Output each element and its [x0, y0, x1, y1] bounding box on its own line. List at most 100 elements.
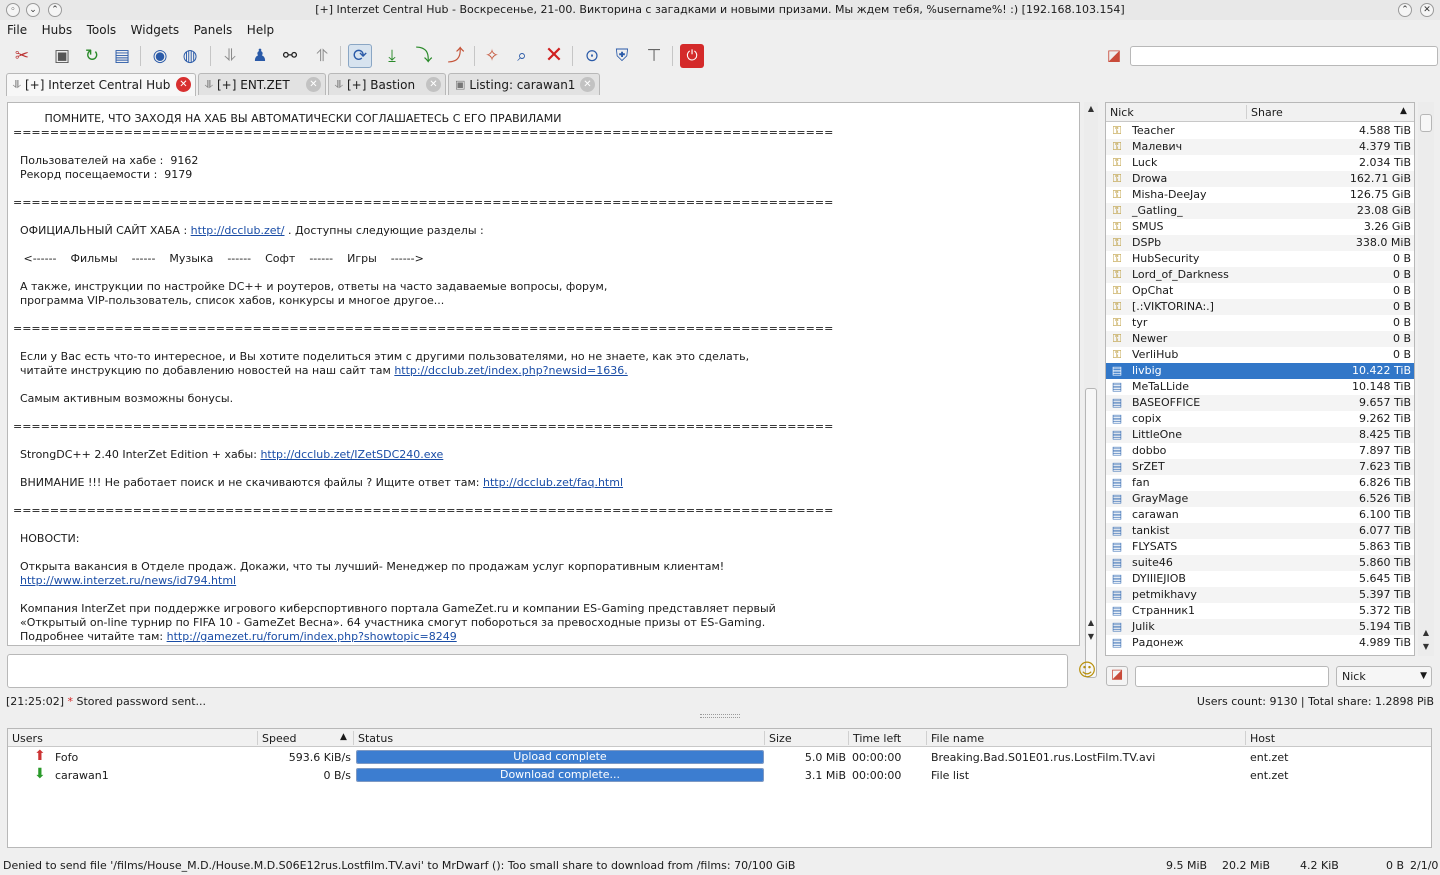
close-window-icon[interactable]: ✕ — [1420, 3, 1434, 17]
queue-icon[interactable]: ⤴ — [444, 44, 468, 68]
chat-link[interactable]: http://dcclub.zet/index.php?newsid=1636. — [394, 364, 627, 377]
public-hubs-icon[interactable]: ▣ — [50, 44, 74, 68]
connect-icon[interactable]: ◉ — [148, 44, 172, 68]
scroll-up-icon[interactable]: ▲ — [1085, 618, 1097, 627]
hub-icon[interactable]: ⟳ — [348, 44, 372, 68]
menu-help[interactable]: Help — [243, 21, 278, 39]
menu-file[interactable]: File — [3, 21, 31, 39]
scroll-down-icon[interactable]: ▼ — [1085, 632, 1097, 641]
user-list-scrollbar[interactable]: ▲ ▼ — [1418, 102, 1434, 656]
column-size[interactable]: Size — [769, 732, 792, 745]
user-list[interactable]: Nick Share ▲ ⚿ Teacher 4.588 TiB ⚿ Малевич 4.… — [1105, 102, 1415, 656]
chat-view[interactable]: ПОМНИТЕ, ЧТО ЗАХОДЯ НА ХАБ ВЫ АВТОМАТИЧЕ… — [7, 102, 1080, 646]
scroll-up-icon[interactable]: ▲ — [1420, 628, 1432, 637]
favorite-hubs-icon[interactable]: ▤ — [110, 44, 134, 68]
user-row[interactable]: ⚿ Newer 0 B — [1106, 331, 1414, 347]
column-time-left[interactable]: Time left — [853, 732, 901, 745]
tab-listing-carawan1[interactable]: ▣ Listing: carawan1 ✕ — [448, 73, 600, 95]
column-users[interactable]: Users — [12, 732, 43, 745]
user-row[interactable]: ⚿ OpChat 0 B — [1106, 283, 1414, 299]
chat-link[interactable]: http://dcclub.zet/ — [191, 224, 285, 237]
keep-above-icon[interactable]: ⌃ — [48, 3, 62, 17]
user-row[interactable]: ⚿ VerliHub 0 B — [1106, 347, 1414, 363]
menu-tools[interactable]: Tools — [83, 21, 121, 39]
splitter-handle[interactable] — [700, 714, 740, 718]
user-row[interactable]: ▤ LittleOne 8.425 TiB — [1106, 427, 1414, 443]
user-row[interactable]: ▤ Радонеж 4.989 TiB — [1106, 635, 1414, 651]
window-menu-icon[interactable]: ◦ — [6, 3, 20, 17]
user-row[interactable]: ⚿ [.:VIKTORINA:.] 0 B — [1106, 299, 1414, 315]
tab-close-icon[interactable]: ✕ — [426, 77, 441, 92]
column-nick[interactable]: Nick — [1110, 106, 1134, 119]
user-row[interactable]: ▤ carawan 6.100 TiB — [1106, 507, 1414, 523]
user-row[interactable]: ⚿ Drowa 162.71 GiB — [1106, 171, 1414, 187]
search-input[interactable] — [1130, 46, 1438, 66]
search-spy-icon[interactable]: ⌕ — [510, 44, 534, 68]
quit-icon[interactable]: ⏻ — [680, 44, 704, 68]
shade-icon[interactable]: ⌄ — [26, 3, 40, 17]
clear-icon[interactable]: ✧ — [480, 44, 504, 68]
user-row[interactable]: ⚿ _Gatling_ 23.08 GiB — [1106, 203, 1414, 219]
user-row[interactable]: ▤ suite46 5.860 TiB — [1106, 555, 1414, 571]
reconnect-icon[interactable]: ↻ — [80, 44, 104, 68]
scroll-thumb[interactable] — [1420, 114, 1432, 132]
column-share[interactable]: Share — [1251, 106, 1283, 119]
chat-scrollbar[interactable]: ▲ ▲ ▼ — [1084, 102, 1098, 678]
user-row[interactable]: ⚿ Luck 2.034 TiB — [1106, 155, 1414, 171]
user-row[interactable]: ▤ livbig 10.422 TiB — [1106, 363, 1414, 379]
settings-icon[interactable]: ✂ — [10, 44, 34, 68]
finished-downloads-icon[interactable]: ♟ — [248, 44, 272, 68]
column-speed[interactable]: Speed — [262, 732, 296, 745]
user-row[interactable]: ▤ tankist 6.077 TiB — [1106, 523, 1414, 539]
menu-widgets[interactable]: Widgets — [127, 21, 184, 39]
menu-hubs[interactable]: Hubs — [38, 21, 77, 39]
tab-close-icon[interactable]: ✕ — [580, 77, 595, 92]
user-row[interactable]: ▤ BASEOFFICE 9.657 TiB — [1106, 395, 1414, 411]
transfers-table[interactable]: Users Speed ▲ Status Size Time left File… — [7, 728, 1432, 848]
download-queue-icon[interactable]: ⥥ — [218, 44, 242, 68]
chat-link[interactable]: http://dcclub.zet/faq.html — [483, 476, 623, 489]
chat-link[interactable]: http://www.interzet.ru/news/id794.html — [20, 574, 236, 587]
chat-link[interactable]: http://gamezet.ru/forum/index.php?showto… — [167, 630, 457, 643]
user-row[interactable]: ⚿ SMUS 3.26 GiB — [1106, 219, 1414, 235]
close-icon[interactable]: ✕ — [542, 44, 566, 68]
user-row[interactable]: ▤ SrZET 7.623 TiB — [1106, 459, 1414, 475]
user-row[interactable]: ⚿ DSPb 338.0 MiB — [1106, 235, 1414, 251]
tab-close-icon[interactable]: ✕ — [176, 77, 191, 92]
filter-icon[interactable]: ⊤ — [642, 44, 666, 68]
clear-filter-icon[interactable]: ◪ — [1106, 666, 1128, 686]
menu-panels[interactable]: Panels — [190, 21, 237, 39]
column-file-name[interactable]: File name — [931, 732, 984, 745]
scroll-up-icon[interactable]: ▲ — [1085, 104, 1097, 113]
transfer-row[interactable]: ⬇ carawan1 0 B/s Download complete... 3.1 Mi… — [8, 766, 1431, 784]
user-row[interactable]: ⚿ Малевич 4.379 TiB — [1106, 139, 1414, 155]
transfer-row[interactable]: ⬆ Fofo 593.6 KiB/s Upload complete 5.0 MiB 00… — [8, 748, 1431, 766]
tab-ent-zet[interactable]: ⥥ [+] ENT.ZET ✕ — [198, 73, 326, 95]
user-row[interactable]: ▤ Julik 5.194 TiB — [1106, 619, 1414, 635]
upload-icon[interactable]: ⤵ — [412, 44, 436, 68]
tab-interzet-central-hub[interactable]: ⥥ [+] Interzet Central Hub ✕ — [6, 73, 196, 96]
minimize-icon[interactable]: ⌃ — [1398, 3, 1412, 17]
favorite-users-icon[interactable]: ◍ — [178, 44, 202, 68]
user-row[interactable]: ▤ GrayMage 6.526 TiB — [1106, 491, 1414, 507]
chat-link[interactable]: http://dcclub.zet/IZetSDC240.exe — [260, 448, 443, 461]
tab-bastion[interactable]: ⥥ [+] Bastion ✕ — [328, 73, 446, 95]
download-icon[interactable]: ⤓ — [380, 44, 404, 68]
message-input[interactable] — [7, 654, 1068, 688]
user-row[interactable]: ⚿ Teacher 4.588 TiB — [1106, 123, 1414, 139]
user-row[interactable]: ▤ FLYSATS 5.863 TiB — [1106, 539, 1414, 555]
user-filter-input[interactable] — [1135, 666, 1329, 687]
user-row[interactable]: ⚿ Misha-DeeJay 126.75 GiB — [1106, 187, 1414, 203]
filter-column-select[interactable]: Nick ▼ — [1336, 666, 1432, 687]
user-row[interactable]: ⚿ Lord_of_Darkness 0 B — [1106, 267, 1414, 283]
security-icon[interactable]: ⛨ — [610, 44, 634, 68]
tab-close-icon[interactable]: ✕ — [306, 77, 321, 92]
user-row[interactable]: ▤ dobbo 7.897 TiB — [1106, 443, 1414, 459]
user-row[interactable]: ▤ DYIIIEJIOB 5.645 TiB — [1106, 571, 1414, 587]
column-status[interactable]: Status — [358, 732, 393, 745]
user-row[interactable]: ▤ Странник1 5.372 TiB — [1106, 603, 1414, 619]
user-row[interactable]: ▤ petmikhavy 5.397 TiB — [1106, 587, 1414, 603]
user-row[interactable]: ⚿ tyr 0 B — [1106, 315, 1414, 331]
smiley-icon[interactable]: ☺ — [1075, 659, 1099, 683]
user-row[interactable]: ▤ copix 9.262 TiB — [1106, 411, 1414, 427]
